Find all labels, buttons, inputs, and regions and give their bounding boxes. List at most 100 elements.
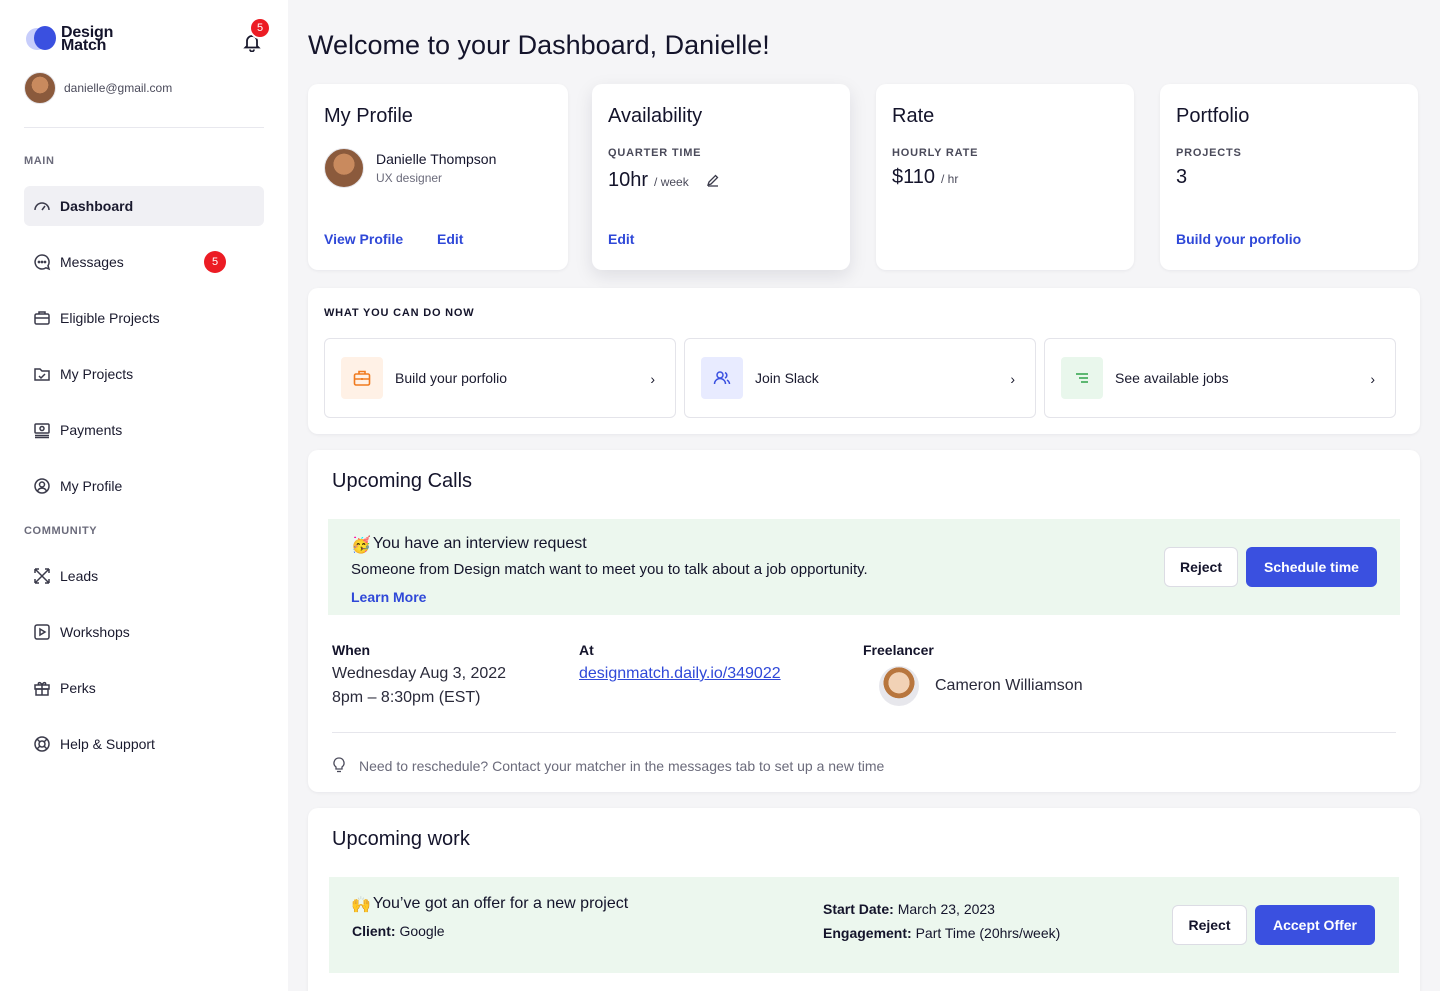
meeting-link[interactable]: designmatch.daily.io/349022 [579, 662, 781, 686]
payment-icon [34, 423, 50, 439]
sidebar-item-workshops[interactable]: Workshops [24, 612, 264, 652]
user-circle-icon [34, 478, 50, 494]
availability-value-row: 10hr / week [608, 169, 689, 192]
action-see-jobs[interactable]: See available jobs › [1044, 338, 1396, 418]
sidebar-item-label: Dashboard [60, 198, 134, 214]
when-time: 8pm – 8:30pm (EST) [332, 689, 481, 706]
start-date-value: March 23, 2023 [897, 901, 995, 917]
avatar [24, 72, 56, 104]
sidebar: Design Match 5 danielle@gmail.com MAIN Da… [0, 0, 288, 991]
availability-card: Availability QUARTER TIME 10hr / week Ed… [592, 84, 850, 270]
banner-title: You have an interview request [372, 535, 587, 552]
actions-title: WHAT YOU CAN DO NOW [324, 307, 475, 319]
user-info[interactable]: danielle@gmail.com [24, 72, 172, 104]
start-date-row: Start Date: March 23, 2023 [823, 901, 995, 917]
upcoming-calls-card: Upcoming Calls 🥳 You have an interview r… [308, 450, 1420, 792]
chevron-right-icon: › [1370, 371, 1375, 387]
action-build-portfolio[interactable]: Build your porfolio › [324, 338, 676, 418]
offer-heading: 🙌 You’ve got an offer for a new project [351, 895, 628, 915]
schedule-time-button[interactable]: Schedule time [1246, 547, 1377, 587]
sidebar-item-help-support[interactable]: Help & Support [24, 724, 264, 764]
sidebar-item-label: Payments [60, 422, 123, 438]
edit-availability-link[interactable]: Edit [608, 231, 634, 247]
notification-badge: 5 [249, 17, 271, 39]
profile-avatar [324, 148, 364, 188]
portfolio-value: 3 [1176, 166, 1188, 188]
sidebar-item-label: Messages [60, 254, 124, 270]
offer-banner: 🙌 You’ve got an offer for a new project … [329, 877, 1399, 973]
sidebar-item-leads[interactable]: Leads [24, 556, 264, 596]
logo[interactable]: Design Match [26, 24, 113, 54]
sidebar-item-my-projects[interactable]: My Projects [24, 354, 264, 394]
action-join-slack[interactable]: Join Slack › [684, 338, 1036, 418]
divider [24, 127, 264, 128]
raised-hands-emoji-icon: 🙌 [351, 897, 371, 914]
sidebar-item-messages[interactable]: Messages 5 [24, 242, 264, 282]
sidebar-item-label: Leads [60, 568, 99, 584]
briefcase-icon [34, 311, 50, 325]
reject-call-button[interactable]: Reject [1164, 547, 1238, 587]
at-label: At [579, 642, 594, 658]
portfolio-card-title: Portfolio [1176, 105, 1250, 127]
work-title: Upcoming work [332, 828, 470, 850]
rate-value: $110 [892, 166, 936, 188]
users-icon [701, 357, 743, 399]
briefcase-icon [341, 357, 383, 399]
when-label: When [332, 642, 371, 658]
portfolio-card: Portfolio PROJECTS 3 Build your porfolio [1160, 84, 1418, 270]
availability-card-title: Availability [608, 105, 703, 127]
reject-offer-button[interactable]: Reject [1172, 905, 1247, 945]
calls-title: Upcoming Calls [332, 470, 473, 492]
freelancer-name: Cameron Williamson [935, 677, 1083, 694]
upcoming-work-card: Upcoming work 🙌 You’ve got an offer for … [308, 808, 1420, 991]
freelancer-label: Freelancer [863, 642, 934, 658]
gift-icon [34, 681, 50, 696]
sidebar-item-payments[interactable]: Payments [24, 410, 264, 450]
user-email: danielle@gmail.com [64, 81, 173, 95]
play-icon [34, 624, 50, 640]
view-profile-link[interactable]: View Profile [324, 231, 403, 247]
logo-icon [26, 24, 56, 54]
rate-value-row: $110 / hr [892, 166, 958, 189]
reschedule-text: Contact your matcher in the messages tab… [492, 758, 885, 774]
messages-badge: 5 [204, 251, 226, 273]
availability-label: QUARTER TIME [608, 147, 702, 159]
portfolio-label: PROJECTS [1176, 147, 1242, 159]
section-main-label: MAIN [24, 155, 55, 167]
client-label: Client: [352, 923, 396, 939]
arrows-icon [34, 568, 50, 584]
client-value: Google [399, 923, 445, 939]
engagement-row: Engagement: Part Time (20hrs/week) [823, 925, 1060, 941]
edit-profile-link[interactable]: Edit [437, 231, 463, 247]
sidebar-item-label: My Projects [60, 366, 134, 382]
engagement-label: Engagement: [823, 925, 912, 941]
lightbulb-icon [333, 757, 345, 773]
profile-role: UX designer [376, 171, 443, 185]
chevron-right-icon: › [1010, 371, 1015, 387]
profile-name: Danielle Thompson [376, 151, 497, 167]
sidebar-item-label: Workshops [60, 624, 130, 640]
rate-card-title: Rate [892, 105, 935, 127]
when-date: Wednesday Aug 3, 2022 [332, 665, 507, 682]
build-portfolio-link[interactable]: Build your porfolio [1176, 231, 1301, 247]
sidebar-item-label: Perks [60, 680, 96, 696]
learn-more-link[interactable]: Learn More [351, 589, 426, 605]
sidebar-item-dashboard[interactable]: Dashboard [24, 186, 264, 226]
availability-unit: / week [654, 175, 689, 189]
action-label: Build your porfolio [395, 370, 508, 386]
engagement-value: Part Time (20hrs/week) [915, 925, 1061, 941]
pencil-icon[interactable] [706, 173, 720, 187]
availability-value: 10hr [608, 169, 649, 191]
start-date-label: Start Date: [823, 901, 894, 917]
sidebar-item-perks[interactable]: Perks [24, 668, 264, 708]
chevron-right-icon: › [650, 371, 655, 387]
sidebar-item-my-profile[interactable]: My Profile [24, 466, 264, 506]
sidebar-item-label: My Profile [60, 478, 123, 494]
rate-card: Rate HOURLY RATE $110 / hr [876, 84, 1134, 270]
rate-label: HOURLY RATE [892, 147, 979, 159]
banner-heading: 🥳 You have an interview request [351, 535, 587, 555]
accept-offer-button[interactable]: Accept Offer [1255, 905, 1375, 945]
reschedule-question: Need to reschedule? [359, 758, 489, 774]
sidebar-item-eligible-projects[interactable]: Eligible Projects [24, 298, 264, 338]
page-title: Welcome to your Dashboard, Danielle! [308, 30, 770, 60]
